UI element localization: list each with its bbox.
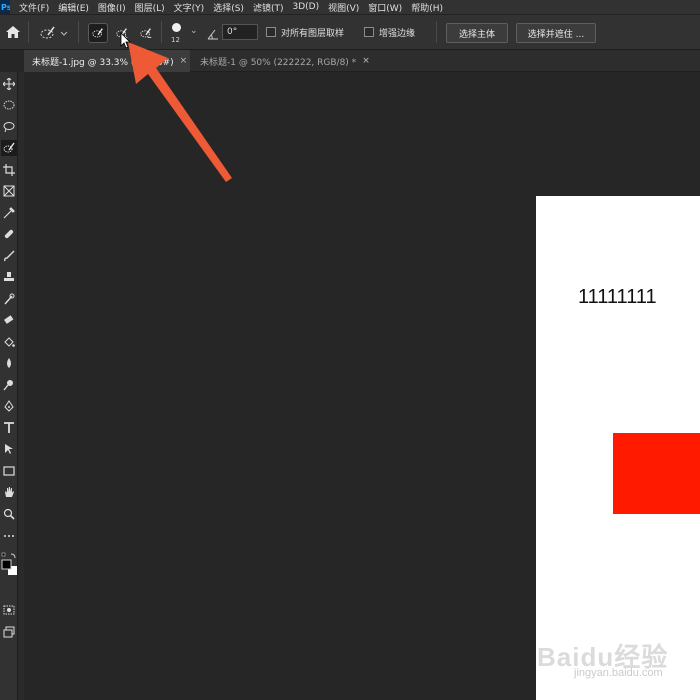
menu-3d[interactable]: 3D(D): [292, 2, 319, 12]
brush-tip-icon: [172, 23, 181, 32]
sample-all-layers-checkbox[interactable]: [266, 27, 276, 37]
quick-selection-brush-icon: [40, 26, 68, 39]
close-icon[interactable]: ×: [180, 56, 188, 66]
brush-new-selection-icon: [92, 28, 103, 38]
document-tab-2[interactable]: 未标题-1 @ 50% (222222, RGB/8) * ×: [192, 50, 372, 72]
home-icon[interactable]: [4, 23, 22, 41]
document-tab-2-label: 未标题-1 @ 50% (222222, RGB/8) *: [200, 57, 357, 68]
angle-input[interactable]: 0°: [222, 24, 258, 40]
hand-tool-icon[interactable]: [1, 484, 17, 500]
close-icon[interactable]: ×: [362, 56, 370, 66]
frame-tool-icon[interactable]: [1, 183, 17, 199]
document-canvas[interactable]: 11111111: [536, 196, 700, 700]
clone-stamp-tool-icon[interactable]: [1, 269, 17, 285]
menu-select[interactable]: 选择(S): [213, 1, 244, 14]
menu-image[interactable]: 图像(I): [98, 1, 126, 14]
menu-view[interactable]: 视图(V): [328, 1, 359, 14]
eyedropper-tool-icon[interactable]: [1, 205, 17, 221]
color-swatches[interactable]: [1, 552, 17, 586]
move-tool-icon[interactable]: [1, 76, 17, 92]
quick-mask-icon[interactable]: [1, 602, 17, 618]
elliptical-marquee-tool-icon[interactable]: [1, 97, 17, 113]
select-subject-button[interactable]: 选择主体: [446, 23, 508, 43]
screen-mode-icon[interactable]: [1, 624, 17, 640]
subtract-from-selection-button[interactable]: [136, 23, 156, 43]
crop-tool-icon[interactable]: [1, 162, 17, 178]
brush-size-value: 12: [171, 36, 180, 44]
canvas-area[interactable]: 11111111: [24, 73, 700, 700]
type-tool-icon[interactable]: [1, 420, 17, 436]
brush-subtract-selection-icon: [140, 28, 152, 38]
document-tab-bar: 未标题-1.jpg @ 33.3% (RGB/8#) × 未标题-1 @ 50%…: [24, 50, 700, 72]
dodge-tool-icon[interactable]: [1, 377, 17, 393]
healing-brush-tool-icon[interactable]: [1, 226, 17, 242]
menu-help[interactable]: 帮助(H): [411, 1, 443, 14]
history-brush-tool-icon[interactable]: [1, 291, 17, 307]
add-to-selection-button[interactable]: [112, 23, 132, 43]
document-tab-1[interactable]: 未标题-1.jpg @ 33.3% (RGB/8#) ×: [24, 50, 190, 72]
tools-panel: [0, 72, 18, 700]
tool-preset-picker[interactable]: [38, 23, 68, 43]
menu-filter[interactable]: 滤镜(T): [253, 1, 284, 14]
zoom-tool-icon[interactable]: [1, 506, 17, 522]
red-rectangle: [613, 433, 700, 514]
enhance-edge-label: 增强边缘: [379, 29, 416, 39]
foreground-color-swatch: [1, 559, 12, 570]
rectangle-tool-icon[interactable]: [1, 463, 17, 479]
chevron-down-icon[interactable]: ⌄: [190, 26, 198, 36]
path-selection-tool-icon[interactable]: [1, 441, 17, 457]
separator: [28, 21, 29, 43]
menu-file[interactable]: 文件(F): [19, 1, 49, 14]
menu-type[interactable]: 文字(Y): [174, 1, 205, 14]
separator: [78, 21, 79, 43]
pen-tool-icon[interactable]: [1, 398, 17, 414]
canvas-text: 11111111: [578, 286, 657, 308]
baidu-watermark-url: jingyan.baidu.com: [574, 667, 663, 679]
menu-window[interactable]: 窗口(W): [368, 1, 402, 14]
menu-edit[interactable]: 编辑(E): [58, 1, 89, 14]
paint-bucket-tool-icon[interactable]: [1, 334, 17, 350]
angle-icon: [207, 25, 219, 40]
lasso-tool-icon[interactable]: [1, 119, 17, 135]
separator: [436, 21, 437, 43]
quick-selection-tool-icon[interactable]: [1, 140, 17, 156]
photoshop-logo-icon: Ps: [0, 0, 10, 14]
new-selection-button[interactable]: [88, 23, 108, 43]
blur-tool-icon[interactable]: [1, 355, 17, 371]
sample-all-layers-label: 对所有图层取样: [281, 29, 345, 39]
menu-layer[interactable]: 图层(L): [135, 1, 165, 14]
document-tab-1-label: 未标题-1.jpg @ 33.3% (RGB/8#): [32, 57, 174, 68]
eraser-tool-icon[interactable]: [1, 312, 17, 328]
more-tools-icon[interactable]: [1, 528, 17, 544]
brush-add-selection-icon: [116, 28, 128, 40]
select-and-mask-button[interactable]: 选择并遮住 ...: [516, 23, 596, 43]
options-bar: 12 ⌄ 0° 对所有图层取样 增强边缘 选择主体 选择并遮住 ...: [0, 14, 700, 50]
menu-bar: Ps 文件(F) 编辑(E) 图像(I) 图层(L) 文字(Y) 选择(S) 滤…: [0, 0, 700, 14]
separator: [161, 21, 162, 43]
brush-tool-icon[interactable]: [1, 248, 17, 264]
enhance-edge-checkbox[interactable]: [364, 27, 374, 37]
